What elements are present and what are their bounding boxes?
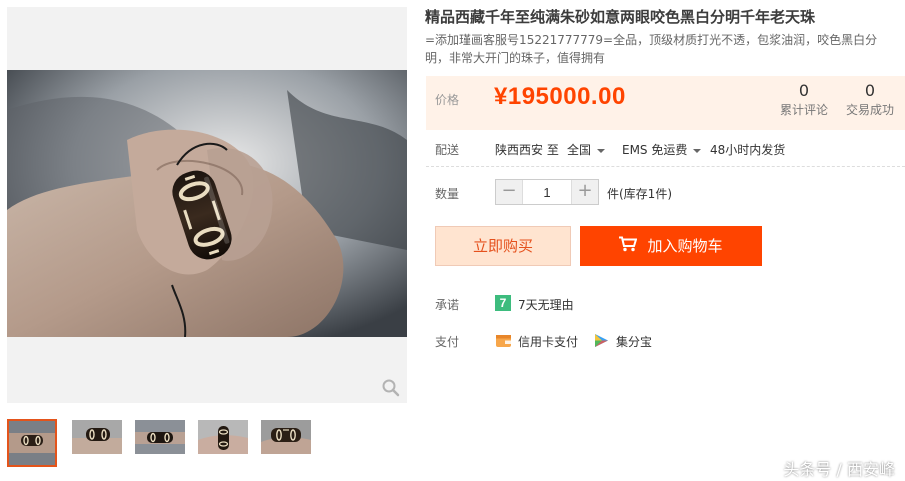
price-value: ¥195000.00 <box>494 83 626 110</box>
thumbnail-2[interactable] <box>72 420 122 454</box>
divider <box>426 166 905 167</box>
product-subtitle: =添加瑾画客服号15221777779=全品，顶级材质打光不透，包浆油润，咬色黑… <box>425 33 878 65</box>
thumbnail-4[interactable] <box>198 420 248 454</box>
jifenbao-payment[interactable]: 集分宝 <box>616 333 652 350</box>
shipping-method-label: EMS 免运费 <box>622 143 688 157</box>
quantity-input[interactable] <box>523 180 571 204</box>
delivery-destination-select[interactable]: 全国 <box>567 141 606 158</box>
delivery-destination-label: 全国 <box>567 143 592 157</box>
thumbnail-1[interactable] <box>7 419 57 467</box>
payment-label: 支付 <box>435 335 460 349</box>
deals-count: 0 <box>864 81 876 100</box>
credit-card-payment[interactable]: 信用卡支付 <box>518 333 578 350</box>
price-label: 价格 <box>435 93 460 107</box>
wallet-icon <box>495 332 512 349</box>
deals-stat: 0 交易成功 <box>840 82 900 120</box>
caret-down-icon <box>597 148 606 153</box>
quantity-increase-button[interactable]: + <box>571 180 598 204</box>
main-product-image[interactable] <box>7 70 407 337</box>
watermark: 头条号 / 西安峰 <box>783 460 895 479</box>
buy-now-button[interactable]: 立即购买 <box>435 226 571 266</box>
promise-label: 承诺 <box>435 298 460 312</box>
cart-icon <box>619 227 638 267</box>
quantity-stepper: − + <box>495 179 599 205</box>
product-gallery <box>7 7 407 403</box>
promise-text[interactable]: 7天无理由 <box>518 296 574 313</box>
caret-down-icon <box>693 148 702 153</box>
thumbnail-3[interactable] <box>135 420 185 454</box>
seven-day-return-icon: 7 <box>495 295 511 311</box>
search-zoom-icon[interactable] <box>381 378 401 398</box>
jifenbao-icon <box>593 332 610 349</box>
reviews-count: 0 <box>798 81 810 100</box>
reviews-stat[interactable]: 0 累计评论 <box>774 82 834 120</box>
shipping-method-select[interactable]: EMS 免运费 <box>622 141 702 158</box>
quantity-decrease-button[interactable]: − <box>496 180 523 204</box>
delivery-from: 陕西西安 至 <box>495 143 559 157</box>
dispatch-time: 48小时内发货 <box>710 143 786 157</box>
deals-label: 交易成功 <box>845 103 894 117</box>
thumbnail-5[interactable] <box>261 420 311 454</box>
add-to-cart-label: 加入购物车 <box>647 237 723 255</box>
stock-info: 件(库存1件) <box>607 187 672 201</box>
delivery-label: 配送 <box>435 143 460 157</box>
reviews-label: 累计评论 <box>779 103 828 117</box>
product-title: 精品西藏千年至纯满朱砂如意两眼咬色黑白分明千年老天珠 <box>425 8 816 26</box>
price-panel: 价格 ¥195000.00 0 累计评论 0 交易成功 <box>426 76 905 130</box>
add-to-cart-button[interactable]: 加入购物车 <box>580 226 762 266</box>
quantity-label: 数量 <box>435 187 460 201</box>
